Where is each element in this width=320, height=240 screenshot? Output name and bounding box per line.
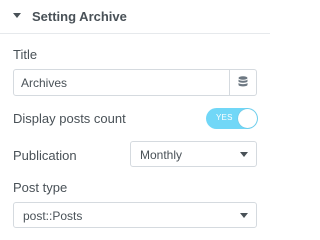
caret-down-icon bbox=[13, 13, 21, 18]
publication-select[interactable]: Monthly bbox=[130, 141, 257, 167]
display-posts-count-label: Display posts count bbox=[13, 111, 126, 126]
title-label: Title bbox=[13, 47, 38, 62]
dynamic-tags-button[interactable] bbox=[229, 70, 256, 95]
title-input-value: Archives bbox=[21, 76, 68, 90]
post-type-select[interactable]: post::Posts bbox=[13, 202, 257, 228]
toggle-knob bbox=[238, 109, 257, 128]
publication-label: Publication bbox=[13, 148, 77, 163]
section-title: Setting Archive bbox=[32, 9, 127, 24]
chevron-down-icon bbox=[240, 152, 248, 157]
chevron-down-icon bbox=[240, 213, 248, 218]
publication-select-value: Monthly bbox=[140, 148, 183, 162]
title-input[interactable]: Archives bbox=[13, 69, 257, 96]
post-type-label: Post type bbox=[13, 180, 68, 195]
post-type-select-value: post::Posts bbox=[23, 209, 83, 223]
toggle-yes-label: YES bbox=[216, 113, 233, 122]
display-posts-count-toggle[interactable]: YES bbox=[206, 108, 258, 129]
database-icon bbox=[238, 76, 248, 87]
section-header[interactable]: Setting Archive bbox=[0, 0, 270, 34]
